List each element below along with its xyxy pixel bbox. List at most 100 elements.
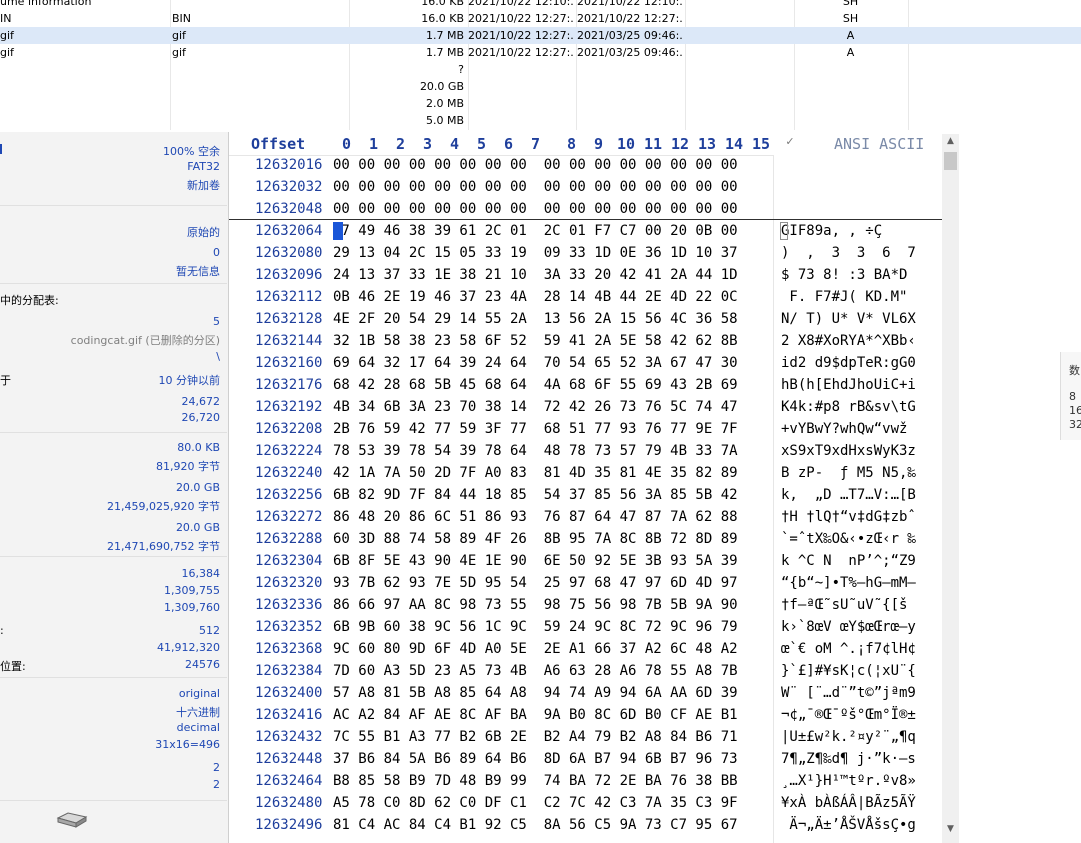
hex-row[interactable]: 12632016 00 00 00 00 00 00 00 00 00 00 00… — [229, 155, 942, 177]
hex-bytes[interactable]: 29 13 04 2C 15 05 33 19 09 33 1D 0E 36 1… — [333, 245, 738, 261]
hex-row[interactable]: 12632032 00 00 00 00 00 00 00 00 00 00 00… — [229, 177, 942, 199]
ascii-text[interactable]: ) , 3 3 6 7 — [781, 245, 916, 261]
file-row[interactable]: ? — [0, 61, 1081, 78]
hex-bytes[interactable]: B8 85 58 B9 7D 48 B9 99 74 BA 72 2E BA 7… — [333, 773, 738, 789]
hex-row[interactable]: 12632304 6B 8F 5E 43 90 4E 1E 90 6E 50 92… — [229, 551, 942, 573]
hex-row[interactable]: 12632496 81 C4 AC 84 C4 B1 92 C5 8A 56 C5… — [229, 815, 942, 837]
hex-row[interactable]: 12632112 0B 46 2E 19 46 37 23 4A 28 14 4B… — [229, 287, 942, 309]
hex-bytes[interactable]: 24 13 37 33 1E 38 21 10 3A 33 20 42 41 2… — [333, 267, 738, 283]
hex-row[interactable]: 12632400 57 A8 81 5B A8 85 64 A8 94 74 A9… — [229, 683, 942, 705]
ascii-text[interactable]: }`£]#¥sK¦c(¦xU¨{ — [781, 663, 916, 679]
ascii-text[interactable]: †f—ªŒ˜sU˜uV˜{[š — [781, 597, 916, 613]
hex-row[interactable]: 12632480 A5 78 C0 8D 62 C0 DF C1 C2 7C 42… — [229, 793, 942, 815]
hex-bytes[interactable]: 57 A8 81 5B A8 85 64 A8 94 74 A9 94 6A A… — [333, 685, 738, 701]
hex-row[interactable]: 12632192 4B 34 6B 3A 23 70 38 14 72 42 26… — [229, 397, 942, 419]
hex-row[interactable]: 12632432 7C 55 B1 A3 77 B2 6B 2E B2 A4 79… — [229, 727, 942, 749]
ascii-text[interactable]: $ 73 8! :3 BA*D — [781, 267, 907, 283]
ascii-text[interactable]: k›`8œV œY$œŒrœ–y — [781, 619, 916, 635]
ascii-text[interactable]: +vYBwY?whQw“vwž — [781, 421, 907, 437]
vertical-scrollbar[interactable]: ▲ ▼ — [942, 134, 959, 843]
ascii-text[interactable]: ¸…X¹}H¹™tºr.ºv8» — [781, 773, 916, 789]
hex-row[interactable]: 12632416 AC A2 84 AF AE 8C AF BA 9A B0 8C… — [229, 705, 942, 727]
hex-bytes[interactable]: 7C 55 B1 A3 77 B2 6B 2E B2 A4 79 B2 A8 8… — [333, 729, 738, 745]
hex-bytes[interactable]: 6B 8F 5E 43 90 4E 1E 90 6E 50 92 5E 3B 9… — [333, 553, 738, 569]
hex-bytes[interactable]: 86 66 97 AA 8C 98 73 55 98 75 56 98 7B 5… — [333, 597, 738, 613]
hex-row[interactable]: 12632256 6B 82 9D 7F 84 44 18 85 54 37 85… — [229, 485, 942, 507]
hex-bytes[interactable]: 93 7B 62 93 7E 5D 95 54 25 97 68 47 97 6… — [333, 575, 738, 591]
hex-row[interactable]: 12632368 9C 60 80 9D 6F 4D A0 5E 2E A1 66… — [229, 639, 942, 661]
hex-row[interactable]: 12632272 86 48 20 86 6C 51 86 93 76 87 64… — [229, 507, 942, 529]
hex-row[interactable]: 12632208 2B 76 59 42 77 59 3F 77 68 51 77… — [229, 419, 942, 441]
file-row[interactable]: gif gif 1.7 MB 2021/10/22 12:27:... 2021/03/… — [0, 44, 1081, 61]
hex-row[interactable]: 12632336 86 66 97 AA 8C 98 73 55 98 75 56… — [229, 595, 942, 617]
hex-bytes[interactable]: 42 1A 7A 50 2D 7F A0 83 81 4D 35 81 4E 3… — [333, 465, 738, 481]
ascii-text[interactable]: GIF89a, , ÷Ç — [781, 223, 882, 239]
ascii-text[interactable]: hB(h[EhdJhoUiC+i — [781, 377, 916, 393]
file-row[interactable]: 2.0 MB — [0, 95, 1081, 112]
ascii-text[interactable]: ¬¢„¯®Œ¯ºš°Œm°Ï®± — [781, 707, 916, 723]
hex-row[interactable]: 12632176 68 42 28 68 5B 45 68 64 4A 68 6F… — [229, 375, 942, 397]
scroll-up-icon[interactable]: ▲ — [942, 136, 959, 146]
hex-view[interactable]: 12632016 00 00 00 00 00 00 00 00 00 00 00… — [229, 155, 942, 843]
hex-bytes[interactable]: 2B 76 59 42 77 59 3F 77 68 51 77 93 76 7… — [333, 421, 738, 437]
hex-row[interactable]: 12632224 78 53 39 78 54 39 78 64 48 78 73… — [229, 441, 942, 463]
ascii-text[interactable]: N/ T) U* V* VL6X — [781, 311, 916, 327]
hex-row[interactable]: 12632464 B8 85 58 B9 7D 48 B9 99 74 BA 72… — [229, 771, 942, 793]
hex-bytes[interactable]: 7D 60 A3 5D 23 A5 73 4B A6 63 28 A6 78 5… — [333, 663, 738, 679]
ascii-header[interactable]: ANSI ASCII — [834, 135, 924, 153]
hex-bytes[interactable]: 32 1B 58 38 23 58 6F 52 59 41 2A 5E 58 4… — [333, 333, 738, 349]
ascii-text[interactable]: id2 d9$dpTeR:gG0 — [781, 355, 916, 371]
ascii-text[interactable]: 7¶„Z¶‰d¶ j·”k·–s — [781, 751, 916, 767]
hex-row[interactable]: 12632384 7D 60 A3 5D 23 A5 73 4B A6 63 28… — [229, 661, 942, 683]
hex-row[interactable]: 12632320 93 7B 62 93 7E 5D 95 54 25 97 68… — [229, 573, 942, 595]
ascii-text[interactable]: `=ˆtX‰O&‹•zŒ‹r ‰ — [781, 531, 916, 547]
hex-bytes[interactable]: 86 48 20 86 6C 51 86 93 76 87 64 47 87 7… — [333, 509, 738, 525]
hex-bytes[interactable]: A5 78 C0 8D 62 C0 DF C1 C2 7C 42 C3 7A 3… — [333, 795, 738, 811]
hex-row[interactable]: 12632096 24 13 37 33 1E 38 21 10 3A 33 20… — [229, 265, 942, 287]
ascii-text[interactable]: †H †lQ†“v‡dG‡zbˆ — [781, 509, 916, 525]
file-row[interactable]: IN BIN 16.0 KB 2021/10/22 12:27:... 2021/10/… — [0, 10, 1081, 27]
hex-row[interactable]: 12632128 4E 2F 20 54 29 14 55 2A 13 56 2A… — [229, 309, 942, 331]
ascii-text[interactable]: K4k:#p8 rB&sv\tG — [781, 399, 916, 415]
hex-bytes[interactable]: 6B 9B 60 38 9C 56 1C 9C 59 24 9C 8C 72 9… — [333, 619, 738, 635]
hex-row[interactable]: 12632240 42 1A 7A 50 2D 7F A0 83 81 4D 35… — [229, 463, 942, 485]
file-row[interactable]: ume information 16.0 KB 2021/10/22 12:10:.… — [0, 0, 1081, 10]
hex-bytes[interactable]: 68 42 28 68 5B 45 68 64 4A 68 6F 55 69 4… — [333, 377, 738, 393]
hex-row[interactable]: 12632080 29 13 04 2C 15 05 33 19 09 33 1D… — [229, 243, 942, 265]
file-list[interactable]: ume information 16.0 KB 2021/10/22 12:10:.… — [0, 0, 1081, 130]
ascii-text[interactable]: k‚ „D …T7…V:…[B — [781, 487, 916, 503]
hex-bytes[interactable]: 69 64 32 17 64 39 24 64 70 54 65 52 3A 6… — [333, 355, 738, 371]
ascii-text[interactable]: W¨ [¨…d¨”t©”jªm9 — [781, 685, 916, 701]
ascii-text[interactable]: k ^C N nP’^;“Z9 — [781, 553, 916, 569]
hex-bytes[interactable]: 4B 34 6B 3A 23 70 38 14 72 42 26 73 76 5… — [333, 399, 738, 415]
hex-row[interactable]: 12632352 6B 9B 60 38 9C 56 1C 9C 59 24 9C… — [229, 617, 942, 639]
hex-bytes[interactable]: 60 3D 88 74 58 89 4F 26 8B 95 7A 8C 8B 7… — [333, 531, 738, 547]
hex-bytes[interactable]: 78 53 39 78 54 39 78 64 48 78 73 57 79 4… — [333, 443, 738, 459]
hex-bytes[interactable]: AC A2 84 AF AE 8C AF BA 9A B0 8C 6D B0 C… — [333, 707, 738, 723]
ascii-text[interactable]: 2 X8#XoRYA*^XBb‹ — [781, 333, 916, 349]
hex-bytes[interactable]: 81 C4 AC 84 C4 B1 92 C5 8A 56 C5 9A 73 C… — [333, 817, 738, 833]
scroll-thumb[interactable] — [944, 152, 957, 170]
settings-toggle-icon[interactable]: ✓ — [779, 135, 801, 153]
file-row[interactable]: 5.0 MB — [0, 112, 1081, 129]
ascii-text[interactable]: “{b“~]•T%—hG—mM— — [781, 575, 916, 591]
hex-bytes[interactable]: 4E 2F 20 54 29 14 55 2A 13 56 2A 15 56 4… — [333, 311, 738, 327]
hex-bytes[interactable]: 47 49 46 38 39 61 2C 01 2C 01 F7 C7 00 2… — [333, 223, 738, 239]
hex-bytes[interactable]: 00 00 00 00 00 00 00 00 00 00 00 00 00 0… — [333, 157, 738, 173]
hex-row[interactable]: 12632144 32 1B 58 38 23 58 6F 52 59 41 2A… — [229, 331, 942, 353]
hex-row[interactable]: 12632288 60 3D 88 74 58 89 4F 26 8B 95 7A… — [229, 529, 942, 551]
hex-bytes[interactable]: 00 00 00 00 00 00 00 00 00 00 00 00 00 0… — [333, 179, 738, 195]
hex-bytes[interactable]: 37 B6 84 5A B6 89 64 B6 8D 6A B7 94 6B B… — [333, 751, 738, 767]
hex-bytes[interactable]: 9C 60 80 9D 6F 4D A0 5E 2E A1 66 37 A2 6… — [333, 641, 738, 657]
ascii-text[interactable]: Ä¬„Ä±’ÅŠVÅšsÇ•g — [781, 817, 915, 833]
file-row[interactable]: 20.0 GB — [0, 78, 1081, 95]
hex-bytes[interactable]: 00 00 00 00 00 00 00 00 00 00 00 00 00 0… — [333, 201, 738, 217]
ascii-text[interactable]: œ`€ oM ^.¡f7¢lH¢ — [781, 641, 916, 657]
ascii-text[interactable]: F. F7#J( KD.M" — [781, 289, 907, 305]
hex-row[interactable]: 12632160 69 64 32 17 64 39 24 64 70 54 65… — [229, 353, 942, 375]
ascii-text[interactable]: xS9xT9xdHxsWyK3z — [781, 443, 916, 459]
ascii-text[interactable]: ¥xÀ bÀßÁÂ|BÃz5ÃŸ — [781, 795, 916, 811]
hex-row[interactable]: 12632448 37 B6 84 5A B6 89 64 B6 8D 6A B7… — [229, 749, 942, 771]
hex-row[interactable]: 12632048 00 00 00 00 00 00 00 00 00 00 00… — [229, 199, 942, 221]
hex-bytes[interactable]: 0B 46 2E 19 46 37 23 4A 28 14 4B 44 2E 4… — [333, 289, 738, 305]
